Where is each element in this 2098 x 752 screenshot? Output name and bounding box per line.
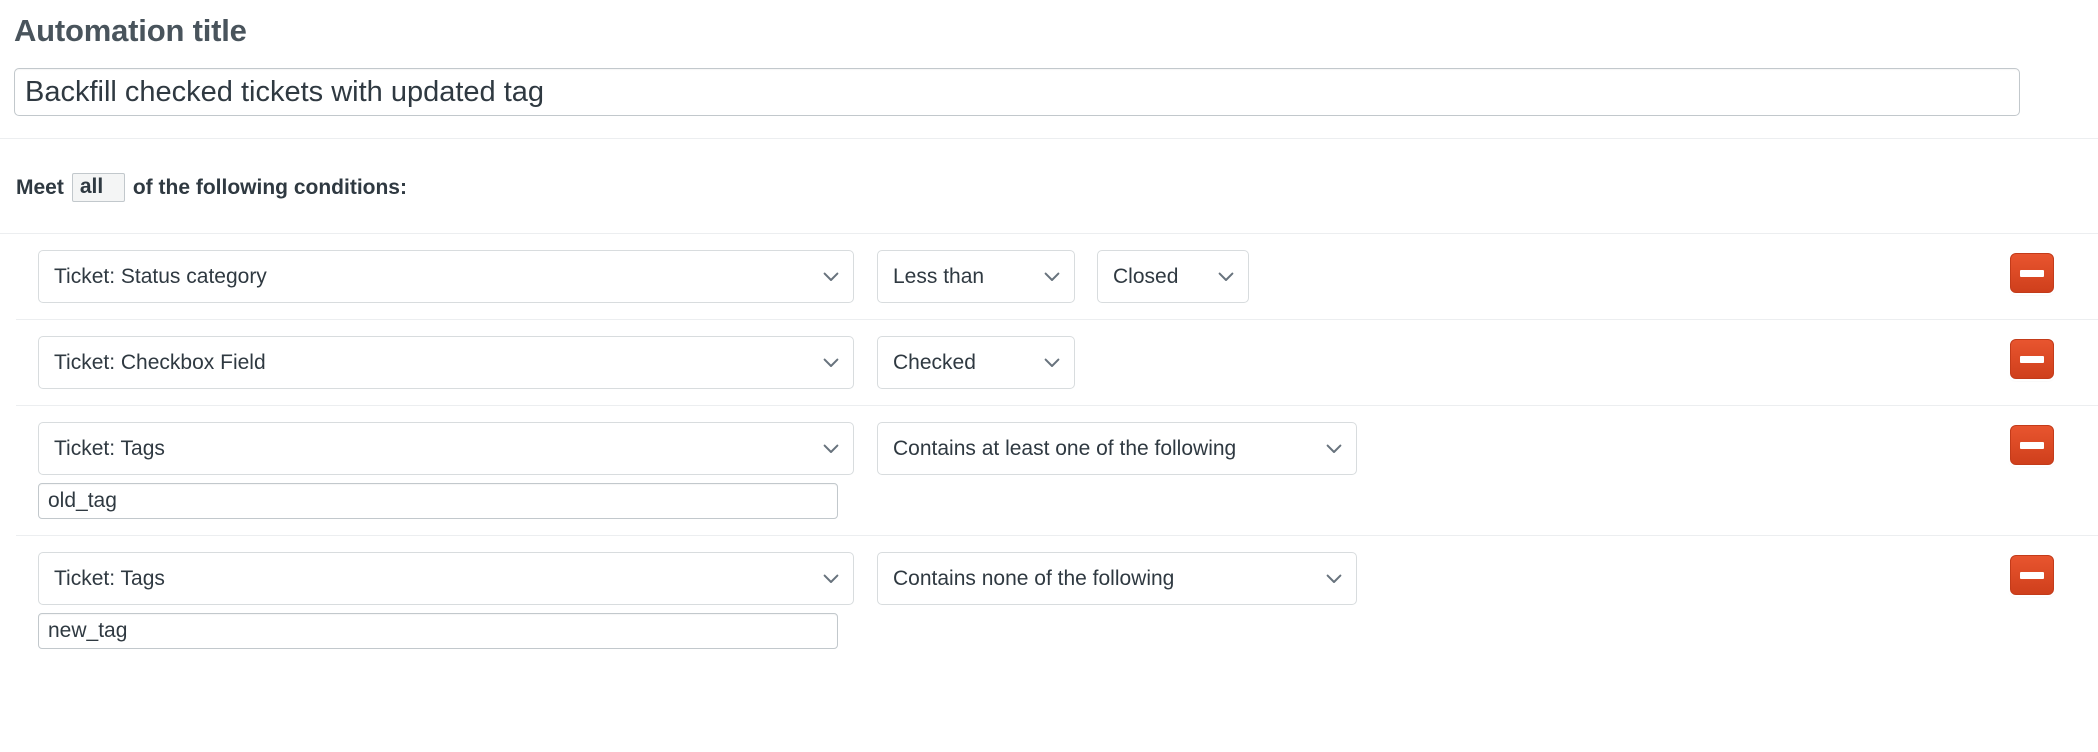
condition-field-select[interactable]: Ticket: Status categoryTicket: Checkbox … (38, 552, 854, 605)
conditions-match-line: Meet allany of the following conditions: (0, 139, 2098, 233)
minus-icon (2020, 356, 2044, 363)
meet-prefix-label: Meet (16, 176, 64, 200)
automation-title-section: Automation title (0, 0, 2098, 138)
meet-suffix-label: of the following conditions: (133, 176, 407, 200)
condition-row: Ticket: Status categoryTicket: Checkbox … (0, 320, 2098, 405)
condition-fields: Ticket: Status categoryTicket: Checkbox … (0, 336, 2098, 389)
condition-fields: Ticket: Status categoryTicket: Checkbox … (0, 422, 2098, 519)
condition-field-line: Ticket: Status categoryTicket: Checkbox … (38, 422, 2098, 475)
remove-condition-button[interactable] (2010, 253, 2054, 293)
condition-tag-input[interactable] (38, 483, 838, 519)
minus-icon (2020, 270, 2044, 277)
minus-icon (2020, 442, 2044, 449)
condition-row: Ticket: Status categoryTicket: Checkbox … (0, 406, 2098, 535)
condition-operator-select[interactable]: Contains at least one of the followingCo… (877, 422, 1357, 475)
condition-fields: Ticket: Status categoryTicket: Checkbox … (0, 552, 2098, 649)
condition-fields: Ticket: Status categoryTicket: Checkbox … (0, 250, 2098, 303)
page-title: Automation title (14, 14, 2098, 48)
condition-field-line: Ticket: Status categoryTicket: Checkbox … (38, 336, 2098, 389)
condition-operator-select[interactable]: Contains at least one of the followingCo… (877, 552, 1357, 605)
remove-condition-button[interactable] (2010, 555, 2054, 595)
condition-row: Ticket: Status categoryTicket: Checkbox … (0, 234, 2098, 319)
condition-value-select[interactable]: NewOpenPendingSolvedClosed (1097, 250, 1249, 303)
condition-operator-select[interactable]: CheckedNot checked (877, 336, 1075, 389)
condition-tag-input[interactable] (38, 613, 838, 649)
remove-condition-button[interactable] (2010, 339, 2054, 379)
minus-icon (2020, 572, 2044, 579)
condition-field-select[interactable]: Ticket: Status categoryTicket: Checkbox … (38, 422, 854, 475)
condition-field-line: Ticket: Status categoryTicket: Checkbox … (38, 250, 2098, 303)
match-type-select[interactable]: allany (72, 173, 125, 202)
automation-title-input[interactable] (14, 68, 2020, 116)
remove-condition-button[interactable] (2010, 425, 2054, 465)
conditions-list: Ticket: Status categoryTicket: Checkbox … (0, 234, 2098, 665)
condition-row: Ticket: Status categoryTicket: Checkbox … (0, 536, 2098, 665)
condition-field-select[interactable]: Ticket: Status categoryTicket: Checkbox … (38, 336, 854, 389)
condition-operator-select[interactable]: Less thanGreater thanIsIs not (877, 250, 1075, 303)
condition-field-line: Ticket: Status categoryTicket: Checkbox … (38, 552, 2098, 605)
condition-field-select[interactable]: Ticket: Status categoryTicket: Checkbox … (38, 250, 854, 303)
